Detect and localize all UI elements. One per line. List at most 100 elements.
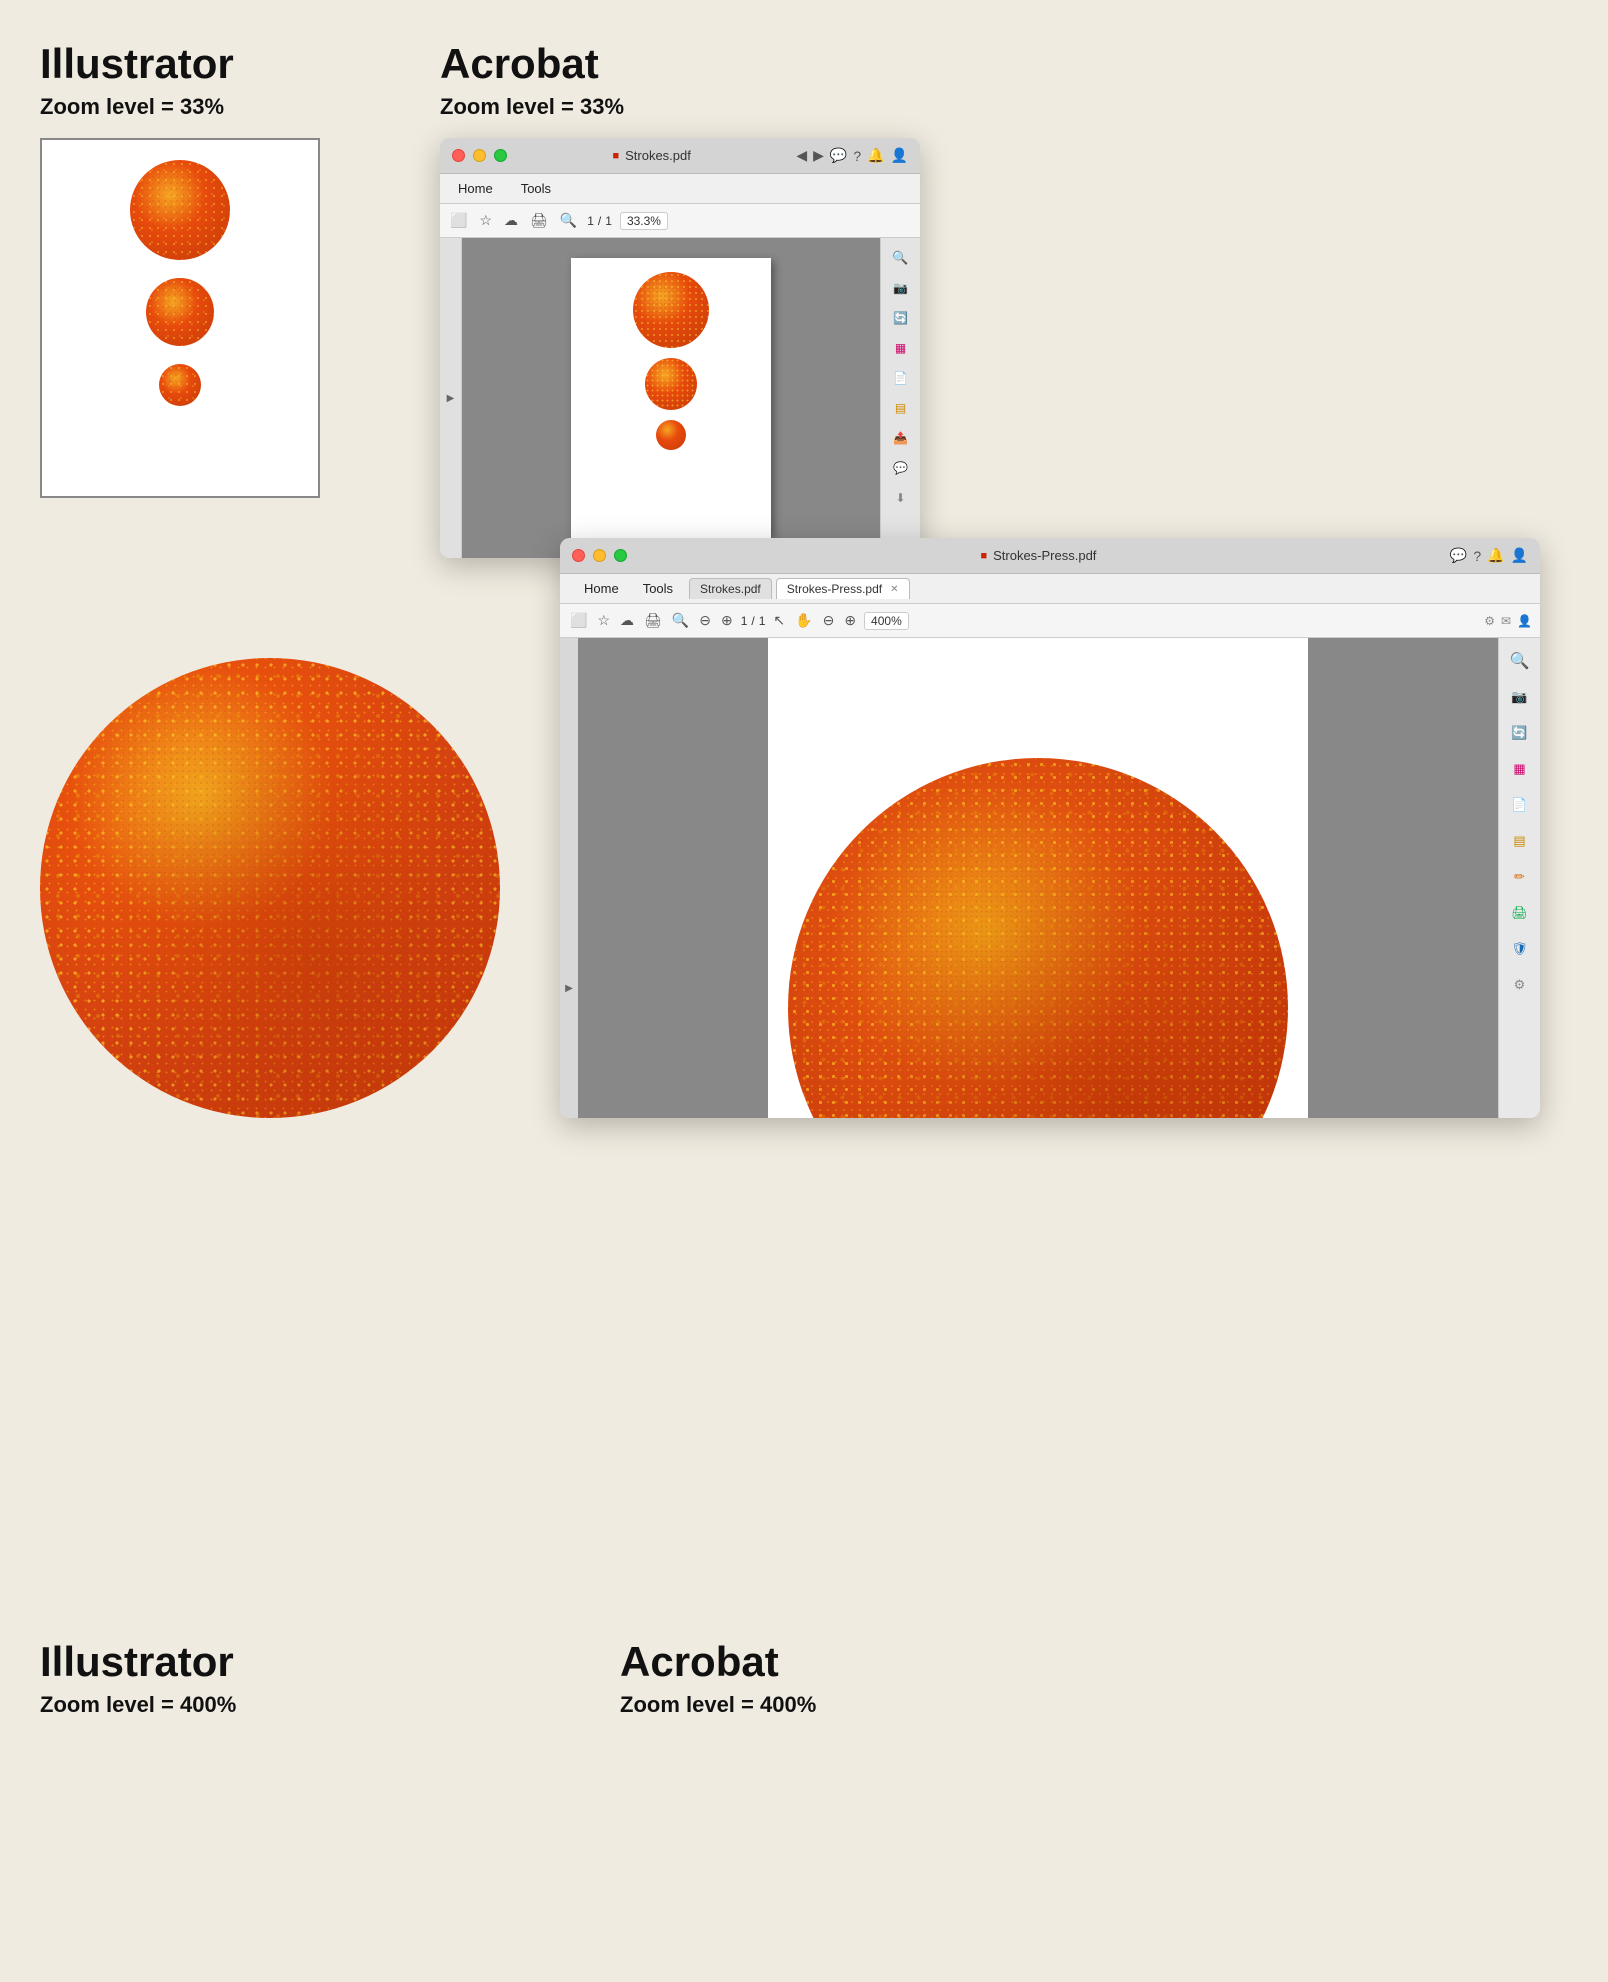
sidebar-icon-print-b[interactable]: 🖨 xyxy=(1505,898,1535,928)
doc-circle-medium xyxy=(645,358,697,410)
traffic-light-close[interactable] xyxy=(452,149,465,162)
acrobat-top: Acrobat Zoom level = 33% ■ Strokes.pdf ◀… xyxy=(440,40,1040,558)
tb-plus-zoom[interactable]: ⊕ xyxy=(842,610,858,631)
window-content-bottom: ▶ 🔍 📷 🔄 ▦ 📄 ▤ ✏ 🖨 🛡 xyxy=(560,638,1540,1118)
tb-icon-b4[interactable]: 🖨 xyxy=(642,610,664,631)
traffic-light-minimize-bottom[interactable] xyxy=(593,549,606,562)
sidebar-icon-table-b[interactable]: ▤ xyxy=(1505,826,1535,856)
tb-icon-3[interactable]: ☁ xyxy=(502,210,520,231)
sidebar-icon-grid-b[interactable]: ▦ xyxy=(1505,754,1535,784)
sidebar-icon-photo[interactable]: 📷 xyxy=(887,274,915,302)
sidebar-icon-table[interactable]: ▤ xyxy=(887,394,915,422)
tb-icon-5[interactable]: 🔍 xyxy=(558,210,579,231)
sidebar-icon-doc-b[interactable]: 📄 xyxy=(1505,790,1535,820)
tb-share-icon[interactable]: ✉ xyxy=(1501,614,1511,628)
bottom-section: ■ Strokes-Press.pdf 💬 ? 🔔 👤 Home Tools S… xyxy=(0,658,1608,1118)
tb-icon-2[interactable]: ☆ xyxy=(477,210,494,231)
left-arrow-bottom[interactable]: ▶ xyxy=(560,638,578,1118)
nav-back[interactable]: ◀ xyxy=(796,147,807,164)
sidebar-icon-pencil-b[interactable]: ✏ xyxy=(1505,862,1535,892)
arrow-right[interactable]: ▶ xyxy=(447,393,455,404)
doc-circle-large xyxy=(633,272,709,348)
menu-tools[interactable]: Tools xyxy=(515,179,557,198)
tb-icon-b5[interactable]: 🔍 xyxy=(670,610,691,631)
acrobat-top-title: Acrobat xyxy=(440,40,1040,88)
tab-strokes[interactable]: Strokes.pdf xyxy=(689,578,772,599)
acrobat-top-zoom: Zoom level = 33% xyxy=(440,94,1040,120)
sidebar-icon-export[interactable]: 📤 xyxy=(887,424,915,452)
nav-avatar-bottom[interactable]: 👤 xyxy=(1511,547,1528,564)
pdf-icon-bottom: ■ xyxy=(980,550,987,562)
traffic-light-close-bottom[interactable] xyxy=(572,549,585,562)
tb-icon-b7[interactable]: ⊕ xyxy=(719,610,735,631)
sidebar-icon-translate[interactable]: 🔄 xyxy=(887,304,915,332)
sidebar-icon-scroll-down[interactable]: ⬇ xyxy=(887,484,915,512)
traffic-light-maximize-bottom[interactable] xyxy=(614,549,627,562)
tb-icon-b3[interactable]: ☁ xyxy=(618,610,636,631)
sidebar-icon-photo-b[interactable]: 📷 xyxy=(1505,682,1535,712)
illustrator-canvas-top xyxy=(40,138,320,498)
acrobat-bottom-title: Acrobat xyxy=(620,1638,1608,1686)
tb-icon-4[interactable]: 🖨 xyxy=(528,210,550,231)
window-nav-right: ◀ ▶ 💬 ? 🔔 👤 xyxy=(796,147,908,164)
nav-forward[interactable]: ▶ xyxy=(813,147,824,164)
nav-help[interactable]: ? xyxy=(853,148,861,164)
pdf-icon: ■ xyxy=(612,150,619,162)
page-nav: 1 / 1 xyxy=(587,214,612,228)
sidebar-icon-zoom-b[interactable]: 🔍 xyxy=(1505,646,1535,676)
toolbar: ⬜ ☆ ☁ 🖨 🔍 1 / 1 33.3% xyxy=(440,204,920,238)
sidebar-icon-doc[interactable]: 📄 xyxy=(887,364,915,392)
illustrator-top-title: Illustrator xyxy=(40,40,380,88)
sidebar-icon-zoom[interactable]: 🔍 xyxy=(887,244,915,272)
sidebar-icon-translate-b[interactable]: 🔄 xyxy=(1505,718,1535,748)
illustrator-label-block: Illustrator Zoom level = 400% xyxy=(40,1638,600,1736)
illustrator-bottom-zoom: Zoom level = 400% xyxy=(40,1692,600,1718)
sidebar-icon-grid[interactable]: ▦ xyxy=(887,334,915,362)
sidebar-icon-shield-b[interactable]: 🛡 xyxy=(1505,934,1535,964)
tb-icon-right[interactable]: ⚙ xyxy=(1484,614,1495,628)
page-nav-bottom: 1 / 1 xyxy=(741,614,766,628)
menubar: Home Tools xyxy=(440,174,920,204)
nav-notify-bottom[interactable]: 🔔 xyxy=(1487,547,1504,564)
acrobat-bottom-zoom: Zoom level = 400% xyxy=(620,1692,1608,1718)
nav-avatar[interactable]: 👤 xyxy=(891,147,908,164)
tb-icon-b6[interactable]: ⊖ xyxy=(697,610,713,631)
nav-notify[interactable]: 🔔 xyxy=(867,147,884,164)
zoom-display[interactable]: 33.3% xyxy=(620,212,668,230)
big-circle-container xyxy=(40,658,500,1118)
doc-circle-small xyxy=(656,420,686,450)
doc-page xyxy=(571,258,771,538)
sidebar-icon-settings-b[interactable]: ⚙ xyxy=(1505,970,1535,1000)
acrobat-window-top: ■ Strokes.pdf ◀ ▶ 💬 ? 🔔 👤 Home T xyxy=(440,138,920,558)
window-content: ▶ xyxy=(440,238,920,558)
sidebar-icon-comment[interactable]: 💬 xyxy=(887,454,915,482)
tb-minus-zoom[interactable]: ⊖ xyxy=(821,610,837,631)
menu-home-bottom[interactable]: Home xyxy=(572,577,631,600)
illustrator-circle-small xyxy=(159,364,201,406)
big-circle-acrobat xyxy=(788,758,1288,1118)
traffic-light-minimize[interactable] xyxy=(473,149,486,162)
menubar-bottom: Home Tools Strokes.pdf Strokes-Press.pdf… xyxy=(560,574,1540,604)
menu-tools-bottom[interactable]: Tools xyxy=(631,577,685,600)
tab-strokes-press[interactable]: Strokes-Press.pdf ✕ xyxy=(776,578,910,599)
tb-icon-1[interactable]: ⬜ xyxy=(448,210,469,231)
traffic-light-maximize[interactable] xyxy=(494,149,507,162)
nav-msg[interactable]: 💬 xyxy=(830,147,847,164)
window-title-bottom: ■ Strokes-Press.pdf xyxy=(635,548,1442,563)
tb-user-icon[interactable]: 👤 xyxy=(1517,614,1532,628)
menu-home[interactable]: Home xyxy=(452,179,499,198)
nav-help-bottom[interactable]: ? xyxy=(1473,548,1481,564)
titlebar-bottom: ■ Strokes-Press.pdf 💬 ? 🔔 👤 xyxy=(560,538,1540,574)
tb-icon-b2[interactable]: ☆ xyxy=(595,610,612,631)
tb-icon-b1[interactable]: ⬜ xyxy=(568,610,589,631)
illustrator-circle-medium xyxy=(146,278,214,346)
tab-close-btn[interactable]: ✕ xyxy=(890,584,898,595)
tb-hand-icon[interactable]: ✋ xyxy=(793,610,814,631)
big-circle-illustrator xyxy=(40,658,500,1118)
nav-back-bottom[interactable]: 💬 xyxy=(1450,547,1467,564)
tb-cursor-icon[interactable]: ↖ xyxy=(771,610,787,631)
zoom-display-bottom[interactable]: 400% xyxy=(864,612,909,630)
window-nav-right-bottom: 💬 ? 🔔 👤 xyxy=(1450,547,1528,564)
acrobat-label-block: Acrobat Zoom level = 400% xyxy=(600,1638,1608,1736)
bottom-right-sidebar: 🔍 📷 🔄 ▦ 📄 ▤ ✏ 🖨 🛡 ⚙ ◀ xyxy=(1498,638,1540,1118)
